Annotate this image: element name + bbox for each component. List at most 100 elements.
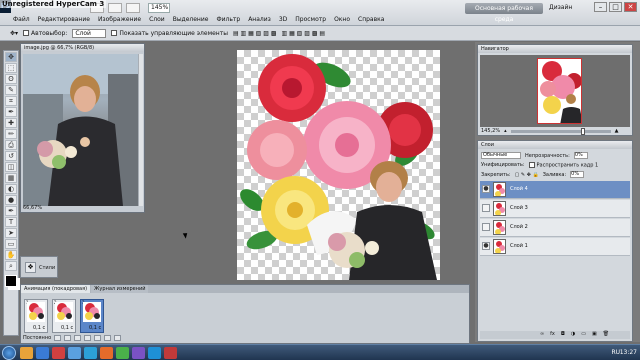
healing-tool[interactable]: ✚ — [5, 118, 17, 128]
tab-animation[interactable]: Анимация (покадровая) — [21, 285, 91, 293]
menu-window[interactable]: Окно — [334, 16, 350, 23]
opera-icon[interactable] — [52, 347, 65, 359]
document-canvas[interactable] — [237, 50, 440, 280]
source-image-window[interactable]: image.jpg @ 66,7% (RGB/8) 66,67% — [20, 43, 145, 213]
ie-icon[interactable] — [36, 347, 49, 359]
align-buttons[interactable]: ▤ ▥ ▦ ▧ ▨ ▩ — [233, 30, 277, 37]
history-brush-tool[interactable]: ↺ — [5, 151, 17, 161]
mask-icon[interactable]: ◘ — [561, 331, 565, 339]
eye-icon-hidden[interactable] — [482, 204, 490, 212]
frame-delay[interactable]: 0,1 с — [61, 325, 73, 331]
menu-help[interactable]: Справка — [358, 16, 384, 23]
dodge-tool[interactable]: ● — [5, 195, 17, 205]
menu-file[interactable]: Файл — [13, 16, 30, 23]
navigator-tab[interactable]: Навигатор — [478, 45, 632, 53]
blend-mode-select[interactable]: Обычные — [481, 152, 521, 159]
navigator-zoom-value[interactable]: 145,2% — [481, 128, 500, 134]
app-icon[interactable] — [132, 347, 145, 359]
crop-tool[interactable]: ⌗ — [5, 96, 17, 106]
minimize-button[interactable]: – — [594, 2, 607, 12]
photoshop-taskbar-icon[interactable] — [148, 347, 161, 359]
frame-delay[interactable]: 0,1 с — [33, 325, 45, 331]
move-tool[interactable]: ✥ — [5, 52, 17, 62]
firefox-icon[interactable] — [100, 347, 113, 359]
play-button[interactable] — [74, 335, 82, 341]
layer-name[interactable]: Слой 2 — [510, 224, 528, 230]
menu-select[interactable]: Выделение — [173, 16, 209, 23]
adjustment-icon[interactable]: ◑ — [571, 331, 575, 339]
loop-select[interactable]: Постоянно — [23, 335, 51, 341]
pen-tool[interactable]: ✒ — [5, 206, 17, 216]
blur-tool[interactable]: ◐ — [5, 184, 17, 194]
layer-name[interactable]: Слой 3 — [510, 205, 528, 211]
explorer-icon[interactable] — [20, 347, 33, 359]
zoom-level-select[interactable]: 145% — [148, 3, 170, 13]
zoom-tool[interactable]: ⌕ — [5, 261, 17, 271]
workspace-design-button[interactable]: Дизайн — [549, 4, 572, 11]
layers-tab[interactable]: Слои — [478, 141, 632, 149]
maximize-button[interactable]: □ — [609, 2, 622, 12]
zoom-in-icon[interactable]: ▲ — [615, 128, 619, 134]
shape-tool[interactable]: ▭ — [5, 239, 17, 249]
media-player-icon[interactable] — [68, 347, 81, 359]
duplicate-frame-button[interactable] — [104, 335, 112, 341]
skype-icon[interactable] — [84, 347, 97, 359]
menu-3d[interactable]: 3D — [279, 16, 287, 23]
animation-frame-2[interactable]: 2 0,1 с — [52, 299, 76, 333]
link-layers-icon[interactable]: ∞ — [540, 331, 544, 339]
image-window-scrollbar[interactable] — [138, 54, 143, 206]
fill-field[interactable]: 0% — [570, 171, 585, 178]
eye-icon[interactable]: ● — [482, 185, 490, 193]
image-window-zoom[interactable]: 66,67% — [23, 205, 42, 211]
animation-frame-1[interactable]: 1 0,1 с — [24, 299, 48, 333]
lock-buttons[interactable]: ▢ ✎ ✥ 🔒 — [515, 172, 539, 178]
menu-image[interactable]: Изображение — [98, 16, 141, 23]
gradient-tool[interactable]: ▦ — [5, 173, 17, 183]
autoselect-target-select[interactable]: Слой — [72, 28, 107, 38]
tab-measurement-log[interactable]: Журнал измерений — [91, 285, 149, 293]
autoselect-checkbox[interactable]: Автовыбор: — [23, 30, 67, 37]
slider-knob[interactable] — [580, 127, 585, 135]
animation-frame-3[interactable]: 3 0,1 с — [80, 299, 104, 333]
menu-layers[interactable]: Слои — [149, 16, 165, 23]
workspace-essentials-button[interactable]: Основная рабочая среда — [465, 3, 543, 23]
styles-panel-collapsed[interactable]: ❖ Стили — [20, 256, 58, 278]
layer-row-1[interactable]: ● Слой 1 — [480, 238, 630, 256]
menu-view[interactable]: Просмотр — [295, 16, 326, 23]
group-icon[interactable]: ▭ — [581, 331, 586, 339]
delete-frame-button[interactable] — [114, 335, 122, 341]
zoom-out-icon[interactable]: ▴ — [504, 128, 507, 134]
tween-button[interactable] — [94, 335, 102, 341]
move-tool-preset-icon[interactable]: ✥▾ — [10, 30, 18, 37]
foreground-background-colors[interactable] — [5, 275, 17, 287]
chrome-icon[interactable] — [116, 347, 129, 359]
view-extras-button[interactable] — [126, 3, 140, 13]
quick-select-tool[interactable]: ✎ — [5, 85, 17, 95]
layer-name[interactable]: Слой 1 — [510, 243, 528, 249]
navigator-preview-area[interactable] — [480, 55, 630, 127]
start-button[interactable] — [2, 346, 16, 360]
brush-tool[interactable]: ✏ — [5, 129, 17, 139]
eyedropper-tool[interactable]: ✒ — [5, 107, 17, 117]
clock[interactable]: 13:27 — [620, 349, 637, 356]
hand-tool[interactable]: ✋ — [5, 250, 17, 260]
eraser-tool[interactable]: ◫ — [5, 162, 17, 172]
launch-minibridge-button[interactable] — [108, 3, 122, 13]
eye-icon[interactable]: ● — [482, 242, 490, 250]
new-layer-icon[interactable]: ▣ — [592, 331, 597, 339]
spread-frame-checkbox[interactable]: Распространить кадр 1 — [528, 162, 598, 169]
opacity-field[interactable]: 0% — [573, 152, 588, 159]
fx-icon[interactable]: fx — [550, 331, 555, 339]
close-button[interactable]: ✕ — [624, 2, 637, 12]
first-frame-button[interactable] — [54, 335, 62, 341]
language-indicator[interactable]: RU — [611, 349, 620, 356]
show-controls-checkbox[interactable]: Показать управляющие элементы — [111, 30, 228, 37]
navigator-zoom-slider[interactable] — [510, 127, 611, 135]
path-select-tool[interactable]: ➤ — [5, 228, 17, 238]
layer-row-4[interactable]: ● Слой 4 — [480, 181, 630, 199]
layer-row-3[interactable]: Слой 3 — [480, 200, 630, 218]
menu-analysis[interactable]: Анализ — [248, 16, 271, 23]
stamp-tool[interactable]: ⎙ — [5, 140, 17, 150]
frame-delay[interactable]: 0,1 с — [89, 325, 101, 331]
marquee-tool[interactable]: ⬚ — [5, 63, 17, 73]
